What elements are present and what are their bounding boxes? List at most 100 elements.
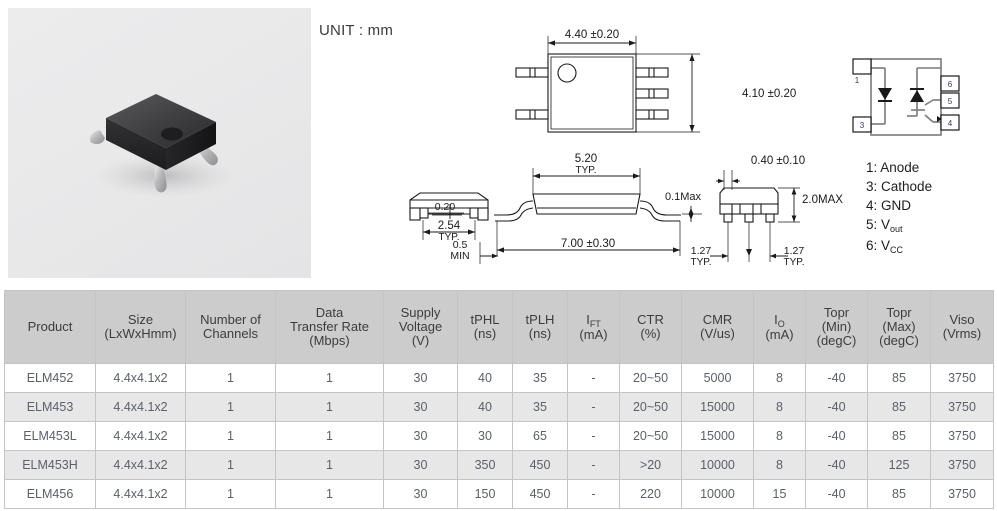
pin-legend: 1: Anode 3: Cathode 4: GND 5: Vout 6: VC… (866, 158, 932, 257)
table-header-2: Number of Channels (185, 290, 276, 364)
table-row: ELM456 4.4x4.1x2 1 1 30 150 450-220 10000 15 -40 8… (4, 479, 994, 509)
pin-legend-item-3: 3: Cathode (866, 177, 932, 196)
pin-legend-name-1: Anode (880, 160, 920, 175)
table-cell: 3750 (930, 392, 994, 422)
pin-legend-num-5: 5: (866, 217, 878, 232)
table-header-13: Viso (Vrms) (930, 290, 994, 364)
dim-body-height: 2.0MAX (802, 194, 843, 206)
table-cell-product: ELM453L (4, 421, 96, 451)
table-row: ELM453 4.4x4.1x2 1 1 30 40 35-20~50 15000 8 -40 85… (4, 392, 994, 422)
table-cell: 8 (753, 450, 806, 480)
table-header-line: (degC) (879, 333, 919, 348)
pin-legend-item-1: 1: Anode (866, 158, 932, 177)
dim-coplanarity: 0.1Max (665, 191, 702, 203)
table-header-line: Supply (400, 305, 441, 320)
table-header-line: Number of (200, 312, 261, 327)
table-cell: 30 (383, 450, 458, 480)
pin-box-1: 1 (855, 76, 860, 85)
table-cell: 3750 (930, 421, 994, 451)
pin-legend-name-5: V (881, 217, 891, 232)
table-header-subscript: FT (589, 318, 601, 329)
table-cell: 3750 (930, 450, 994, 480)
table-header-3: Data Transfer Rate (Mbps) (275, 290, 384, 364)
dim-pitch-right-label: TYP. (784, 257, 805, 268)
table-header-subscript: O (777, 318, 785, 329)
table-cell: - (567, 421, 620, 451)
table-header-line: Transfer Rate (290, 319, 369, 334)
table-cell: 450 (512, 450, 568, 480)
table-cell: 40 (457, 363, 513, 393)
table-header-line: (LxWxHmm) (104, 326, 177, 341)
table-cell: -40 (805, 363, 868, 393)
table-cell: 30 (383, 392, 458, 422)
table-cell: 1 (185, 479, 276, 509)
table-cell: 3750 (930, 479, 994, 509)
table-header-5: tPHL (ns) (457, 290, 513, 364)
table-header-9: CMR (V/us) (681, 290, 754, 364)
table-header-line: CMR (702, 312, 733, 327)
table-cell: 1 (275, 421, 384, 451)
table-header-7: IFT (mA) (567, 290, 620, 364)
pin-box-4: 4 (948, 119, 953, 128)
table-cell: 15 (753, 479, 806, 509)
table-header-1: Size (LxWxHmm) (95, 290, 186, 364)
table-cell: 20~50 (619, 392, 682, 422)
table-header-line: (mA) (579, 326, 608, 342)
table-cell: 1 (185, 392, 276, 422)
pin-legend-name-3: Cathode (881, 179, 933, 194)
table-cell: 4.4x4.1x2 (95, 450, 186, 480)
table-header-line: Topr (823, 305, 850, 320)
dim-standoff-min-label: MIN (450, 250, 469, 262)
table-cell: 1 (275, 392, 384, 422)
table-cell: 1 (275, 363, 384, 393)
dim-front-pitch-label: TYP. (439, 232, 460, 243)
table-header-line: (Mbps) (309, 333, 350, 348)
pin-legend-name-6: V (881, 238, 891, 253)
table-cell: 4.4x4.1x2 (95, 392, 186, 422)
table-cell: 4.4x4.1x2 (95, 479, 186, 509)
table-cell: 85 (867, 363, 931, 393)
table-cell: -40 (805, 479, 868, 509)
pin-legend-sub-5: out (890, 224, 903, 234)
table-header-line: (ns) (528, 326, 552, 341)
table-header-line: (ns) (473, 326, 497, 341)
table-body: ELM452 4.4x4.1x2 1 1 30 40 35-20~50 5000 8 -40 85 3… (4, 363, 994, 509)
table-cell: 10000 (681, 450, 754, 480)
table-header-11: Topr (Min) (degC) (805, 290, 868, 364)
table-cell: 65 (512, 421, 568, 451)
table-header-line: IO (774, 311, 785, 329)
table-header-line: Product (27, 319, 73, 334)
optocoupler-package-photo (89, 94, 236, 198)
table-cell: 1 (185, 363, 276, 393)
table-cell: -40 (805, 392, 868, 422)
table-cell: 450 (512, 479, 568, 509)
table-header-line: Channels (203, 326, 258, 341)
table-cell-product: ELM452 (4, 363, 96, 393)
table-cell: 85 (867, 479, 931, 509)
table-cell: 220 (619, 479, 682, 509)
table-header-line: tPHL (470, 312, 500, 327)
table-cell: 35 (512, 363, 568, 393)
table-cell: 8 (753, 363, 806, 393)
table-cell: 35 (512, 392, 568, 422)
pin-legend-item-5: 5: Vout (866, 215, 932, 236)
table-cell: 3750 (930, 363, 994, 393)
table-header-10: IO (mA) (753, 290, 806, 364)
table-header-line: Topr (886, 305, 912, 320)
pin-legend-num-3: 3: (866, 179, 878, 194)
dim-front-pitch: 2.54 (438, 220, 461, 232)
table-cell: 1 (275, 450, 384, 480)
table-cell: 20~50 (619, 421, 682, 451)
table-header-line: tPLH (525, 312, 555, 327)
dim-lead-width: 0.40 ±0.10 (751, 155, 805, 167)
table-header-line: (degC) (816, 333, 857, 348)
table-header-line: (V) (411, 333, 430, 348)
table-cell: - (567, 450, 620, 480)
table-header-line: (Max) (882, 319, 916, 334)
table-header-line: (V/us) (700, 326, 735, 341)
dim-lead-span: 7.00 ±0.30 (561, 238, 615, 250)
dim-pitch-right: 1.27 (784, 245, 805, 257)
table-cell: 8 (753, 421, 806, 451)
product-photo-panel (8, 8, 311, 278)
table-header-8: CTR (%) (619, 290, 682, 364)
